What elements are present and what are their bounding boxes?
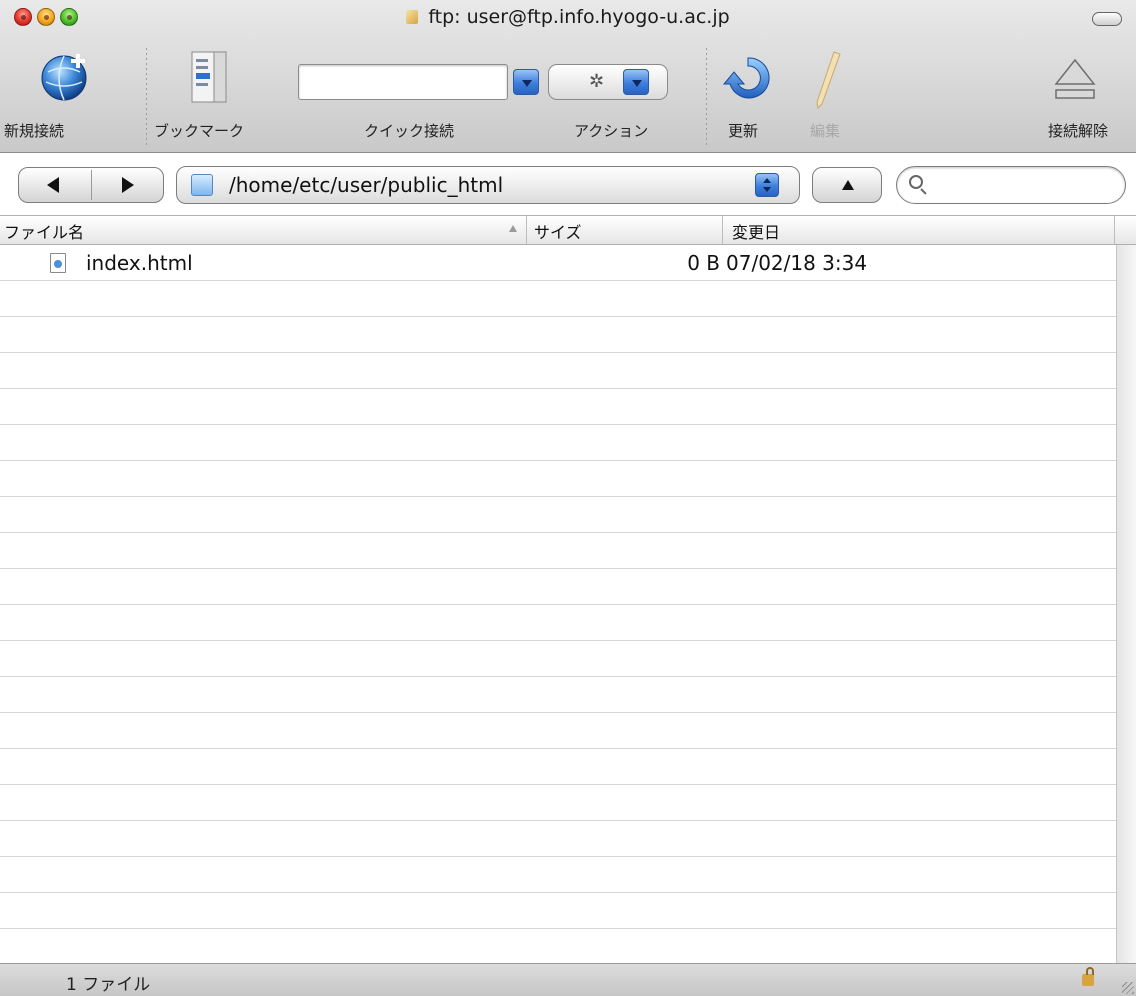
quick-connect-combo[interactable] [298, 64, 508, 100]
column-header-name[interactable]: ファイル名 [4, 219, 84, 243]
refresh-button[interactable] [722, 50, 774, 110]
window-toolbar: ftp: user@ftp.info.hyogo-u.ac.jp 新規接続 ブッ… [0, 0, 1136, 153]
search-field[interactable] [896, 166, 1126, 204]
quick-connect-dropdown-button[interactable] [513, 69, 539, 95]
pencil-icon [816, 51, 841, 110]
edit-button[interactable] [812, 50, 844, 114]
edit-label: 編集 [810, 122, 841, 140]
column-divider[interactable] [526, 216, 527, 244]
bookmarks-button[interactable] [190, 50, 230, 110]
refresh-label: 更新 [728, 122, 759, 140]
empty-row [0, 353, 1116, 389]
path-popup-button[interactable]: /home/etc/user/public_html [176, 166, 800, 204]
file-name: index.html [86, 251, 193, 275]
status-bar: 1 ファイル [0, 963, 1136, 996]
bookmarks-label: ブックマーク [154, 122, 245, 140]
new-connection-button[interactable] [38, 50, 92, 108]
empty-row [0, 461, 1116, 497]
gear-icon: ✲ [589, 71, 605, 92]
vertical-scrollbar[interactable] [1116, 245, 1136, 963]
bookmarks-icon [191, 51, 227, 103]
sort-ascending-icon [509, 225, 517, 232]
empty-row [0, 317, 1116, 353]
quick-connect-label: クイック接続 [364, 122, 455, 140]
forward-arrow-icon[interactable] [122, 177, 134, 193]
chevron-up-icon [763, 178, 771, 183]
file-size: 0 B [687, 251, 720, 275]
file-list-header: ファイル名 サイズ 変更日 [0, 215, 1136, 245]
new-connection-label: 新規接続 [4, 122, 65, 140]
empty-row [0, 497, 1116, 533]
file-list[interactable]: index.html 0 B 07/02/18 3:34 [0, 245, 1116, 963]
folder-icon [191, 174, 213, 196]
html-file-icon [50, 253, 66, 273]
item-count: 1 ファイル [66, 975, 151, 995]
chevron-down-icon [522, 80, 532, 87]
column-divider[interactable] [722, 216, 723, 244]
disconnect-button[interactable] [1052, 50, 1098, 110]
resize-grip[interactable] [1122, 982, 1134, 994]
action-label: アクション [574, 122, 649, 140]
proxy-document-icon[interactable] [406, 10, 419, 24]
empty-row [0, 713, 1116, 749]
empty-row [0, 749, 1116, 785]
empty-row [0, 281, 1116, 317]
file-modified: 07/02/18 3:34 [726, 251, 868, 275]
column-divider [1114, 216, 1115, 244]
current-path: /home/etc/user/public_html [229, 173, 504, 197]
column-header-size[interactable]: サイズ [534, 219, 582, 243]
empty-row [0, 605, 1116, 641]
eject-icon [1054, 58, 1096, 99]
globe-plus-icon [41, 54, 87, 101]
toolbar-separator [146, 48, 147, 146]
disconnect-label: 接続解除 [1048, 122, 1109, 140]
lock-icon [1082, 967, 1094, 986]
back-arrow-icon[interactable] [47, 177, 59, 193]
empty-row [0, 857, 1116, 893]
empty-row [0, 569, 1116, 605]
file-row[interactable]: index.html 0 B 07/02/18 3:34 [0, 245, 1116, 281]
search-icon [909, 175, 923, 189]
toolbar-toggle-button[interactable] [1092, 12, 1122, 26]
empty-row [0, 641, 1116, 677]
up-arrow-icon [842, 180, 854, 190]
empty-row [0, 893, 1116, 929]
segment-divider [91, 170, 92, 200]
empty-row [0, 929, 1116, 963]
empty-row [0, 533, 1116, 569]
window-title-text: ftp: user@ftp.info.hyogo-u.ac.jp [428, 6, 730, 28]
chevron-down-icon [763, 187, 771, 192]
chevron-down-icon [632, 80, 642, 87]
action-dropdown-arrow [623, 69, 649, 95]
window-title: ftp: user@ftp.info.hyogo-u.ac.jp [0, 6, 1136, 28]
search-icon-handle [920, 188, 927, 195]
back-forward-control [18, 167, 164, 203]
empty-row [0, 821, 1116, 857]
empty-row [0, 785, 1116, 821]
empty-row [0, 425, 1116, 461]
toolbar-separator [706, 48, 707, 146]
refresh-icon [722, 57, 770, 99]
empty-row [0, 677, 1116, 713]
path-popup-arrows [755, 173, 779, 197]
empty-row [0, 389, 1116, 425]
parent-folder-button[interactable] [812, 167, 882, 203]
column-header-modified[interactable]: 変更日 [732, 219, 780, 243]
action-menu-button[interactable]: ✲ [548, 64, 668, 100]
